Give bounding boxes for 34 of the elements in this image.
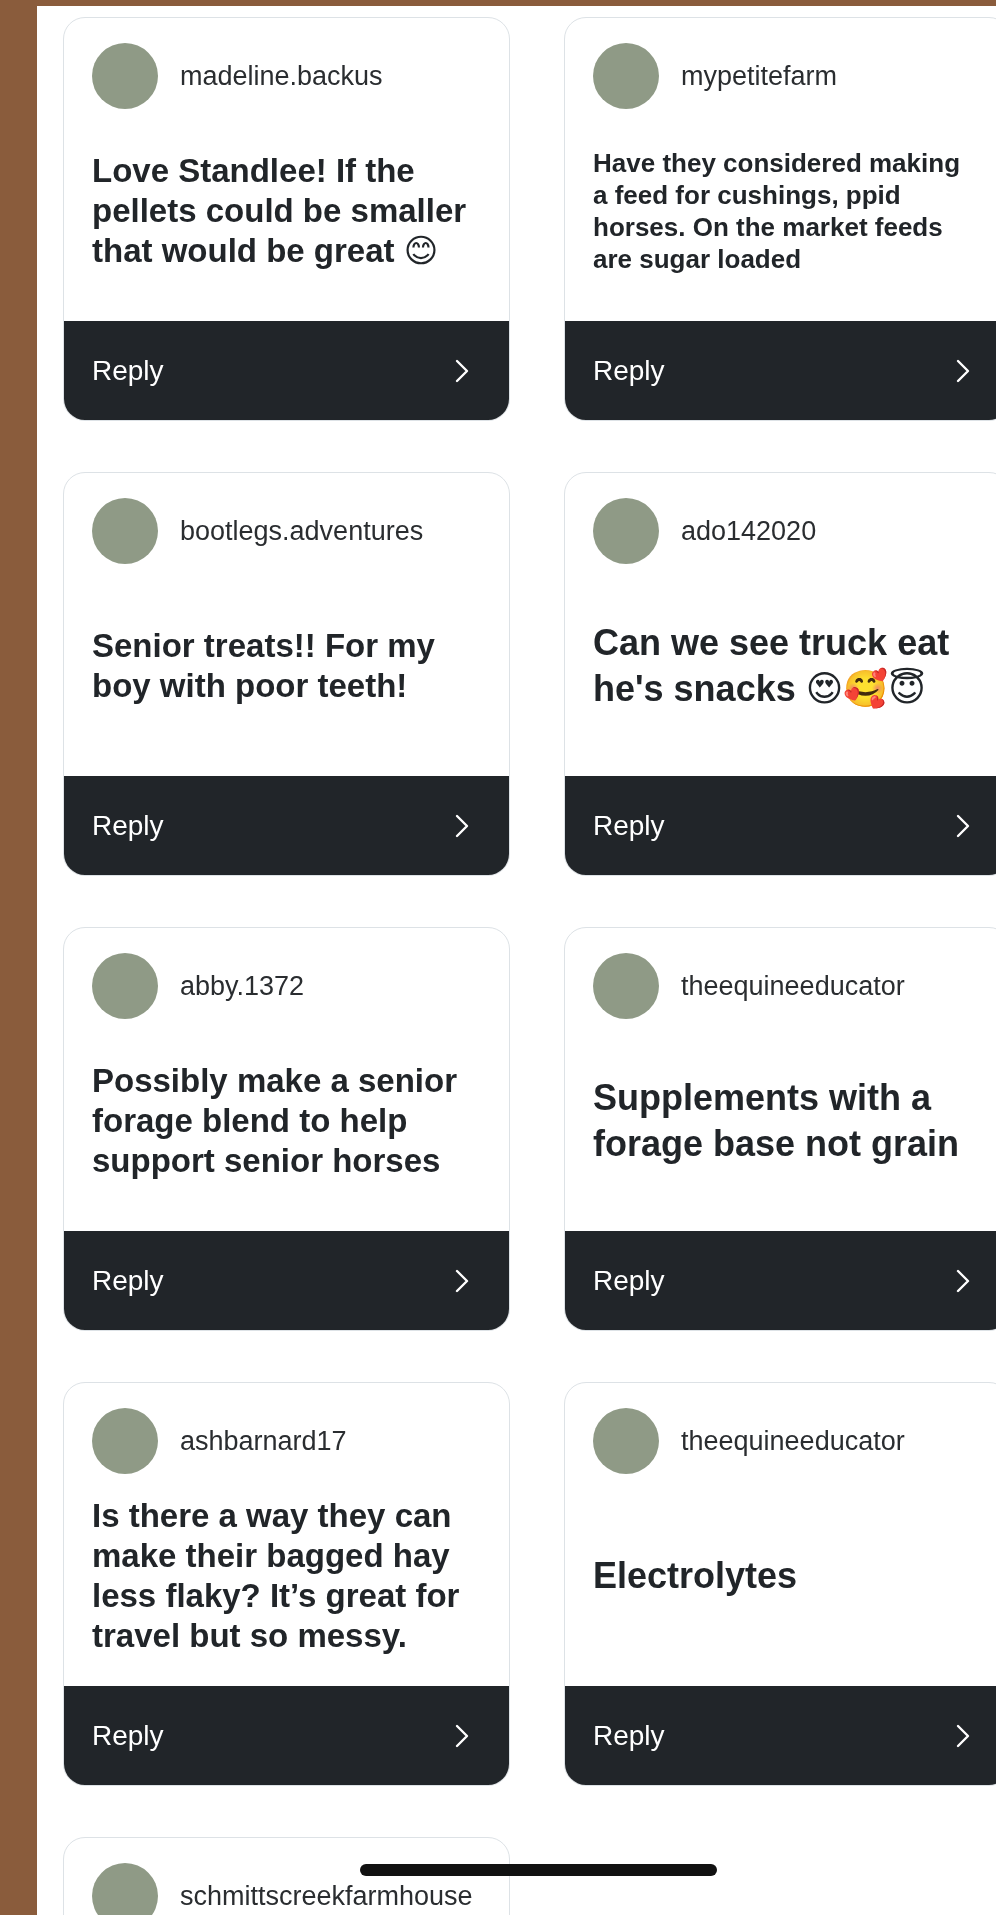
- username: abby.1372: [180, 972, 305, 1000]
- comment-text: Supplements with a forage base not grain: [593, 1076, 961, 1166]
- comment-text: Electrolytes: [593, 1554, 798, 1598]
- username: theequineeducator: [681, 1427, 905, 1455]
- username: schmittscreekfarmhouse: [180, 1882, 473, 1910]
- username: madeline.backus: [180, 62, 383, 90]
- chevron-right-icon: [956, 813, 970, 838]
- username: theequineeducator: [681, 972, 905, 1000]
- chevron-right-icon: [956, 358, 970, 383]
- reply-button[interactable]: Reply: [565, 776, 996, 875]
- comment-text: Senior treats!! For my boy with poor teeth!: [92, 626, 436, 706]
- reply-button[interactable]: Reply: [64, 1686, 509, 1785]
- chevron-right-icon: [455, 1723, 469, 1748]
- reply-button[interactable]: Reply: [64, 776, 509, 875]
- reply-button[interactable]: Reply: [64, 1231, 509, 1330]
- chevron-right-icon: [455, 358, 469, 383]
- avatar-photo-placeholder: [92, 1863, 158, 1915]
- comment-text: Have they considered making a feed for cushings, ppid horses. On the market feeds are sugar loaded: [593, 147, 962, 275]
- reply-button[interactable]: Reply: [565, 1686, 996, 1785]
- reply-button[interactable]: Reply: [64, 321, 509, 420]
- username: mypetitefarm: [681, 62, 838, 90]
- chevron-right-icon: [956, 1268, 970, 1293]
- username: bootlegs.adventures: [180, 517, 424, 545]
- comment-text: Possibly make a senior forage blend to help support senior horses: [92, 1061, 458, 1181]
- comment-text: Love Standlee! If the pellets could be smaller that would be great 😊: [92, 151, 468, 271]
- chevron-right-icon: [455, 1268, 469, 1293]
- chevron-right-icon: [956, 1723, 970, 1748]
- chevron-right-icon: [455, 813, 469, 838]
- reply-button[interactable]: Reply: [565, 1231, 996, 1330]
- reply-button[interactable]: Reply: [565, 321, 996, 420]
- username: ashbarnard17: [180, 1427, 347, 1455]
- comment-text: Is there a way they can make their bagged hay less flaky? It’s great for travel but so messy.: [92, 1496, 461, 1656]
- comment-text: Can we see truck eat he's snacks 😍🥰😇: [593, 621, 951, 711]
- username: ado142020: [681, 517, 817, 545]
